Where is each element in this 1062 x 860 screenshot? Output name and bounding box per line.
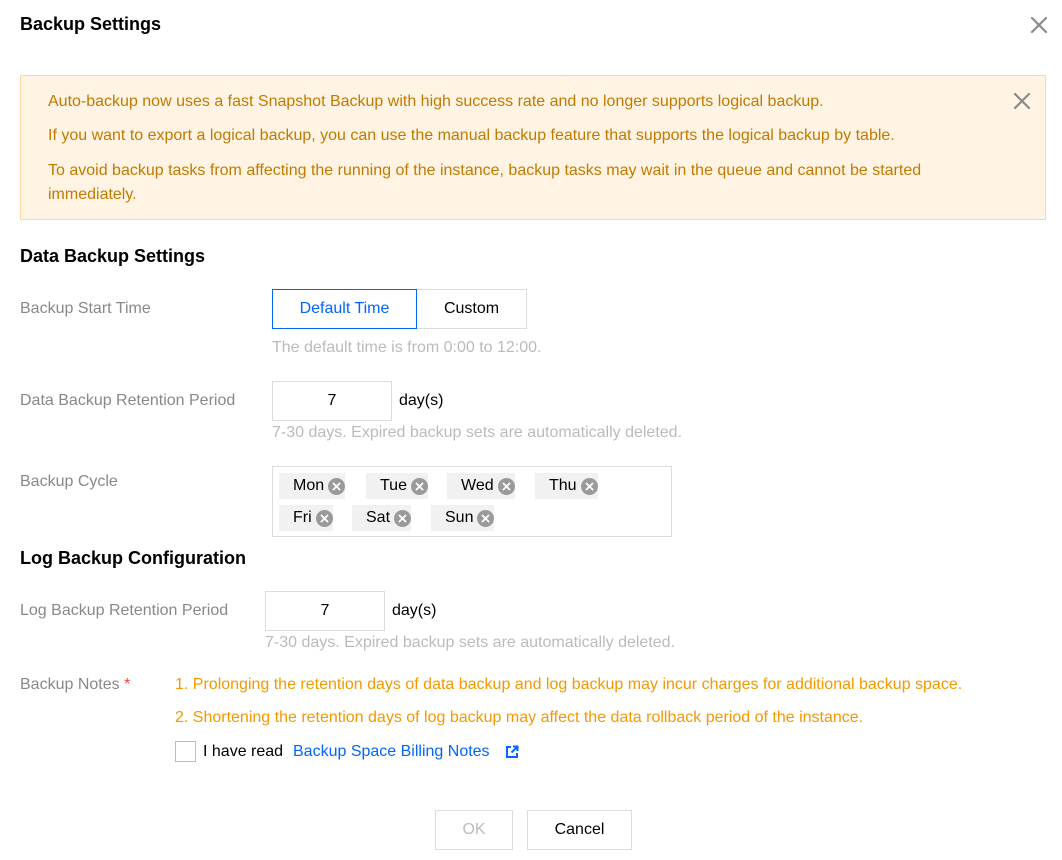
day-tag-label: Wed: [461, 477, 494, 494]
backup-cycle-select[interactable]: Mon Tue Wed Thu Fri Sat Sun: [272, 466, 672, 537]
alert-line-2: If you want to export a logical backup, …: [48, 127, 895, 144]
data-retention-label: Data Backup Retention Period: [20, 392, 236, 409]
day-tag-label: Thu: [549, 477, 577, 494]
required-mark: *: [124, 676, 131, 693]
day-tag-sun: Sun: [431, 505, 495, 531]
remove-tag-icon[interactable]: [410, 477, 428, 495]
day-tag-fri: Fri: [279, 505, 333, 531]
backup-notes-label: Backup Notes *: [20, 676, 130, 694]
backup-start-time-segmented: Default Time Custom: [272, 289, 527, 329]
day-tag-thu: Thu: [535, 473, 598, 499]
remove-tag-icon[interactable]: [497, 477, 515, 495]
day-tag-label: Sun: [445, 509, 474, 526]
dialog-title: Backup Settings: [20, 14, 162, 34]
alert-close-icon[interactable]: [1009, 88, 1035, 114]
remove-tag-icon[interactable]: [394, 509, 412, 527]
day-tag-label: Fri: [293, 509, 312, 526]
start-time-hint: The default time is from 0:00 to 12:00.: [272, 339, 542, 356]
cancel-button[interactable]: Cancel: [527, 810, 632, 850]
remove-tag-icon[interactable]: [328, 477, 346, 495]
data-retention-input[interactable]: 7: [272, 381, 392, 421]
custom-time-option[interactable]: Custom: [416, 289, 527, 329]
day-tag-mon: Mon: [279, 473, 346, 499]
default-time-option[interactable]: Default Time: [272, 289, 417, 329]
log-backup-heading: Log Backup Configuration: [20, 548, 246, 568]
warning-alert: Auto-backup now uses a fast Snapshot Bac…: [20, 75, 1046, 220]
agree-text: I have read: [203, 743, 284, 760]
day-tag-sat: Sat: [352, 505, 412, 531]
day-tag-wed: Wed: [447, 473, 515, 499]
data-retention-unit: day(s): [399, 392, 444, 409]
remove-tag-icon[interactable]: [477, 509, 495, 527]
day-tag-label: Mon: [293, 477, 325, 494]
agree-checkbox[interactable]: [175, 741, 196, 762]
remove-tag-icon[interactable]: [315, 509, 333, 527]
note-2: 2. Shortening the retention days of log …: [175, 709, 864, 726]
day-tag-tue: Tue: [366, 473, 428, 499]
day-tag-label: Sat: [366, 509, 391, 526]
remove-tag-icon[interactable]: [580, 477, 598, 495]
note-1: 1. Prolonging the retention days of data…: [175, 676, 963, 693]
external-link-icon[interactable]: [505, 745, 519, 759]
log-retention-label: Log Backup Retention Period: [20, 602, 229, 619]
data-retention-hint: 7-30 days. Expired backup sets are autom…: [272, 424, 683, 441]
day-tag-label: Tue: [380, 477, 407, 494]
log-retention-input[interactable]: 7: [265, 591, 385, 631]
backup-start-time-label: Backup Start Time: [20, 300, 151, 317]
billing-notes-link[interactable]: Backup Space Billing Notes: [293, 743, 490, 761]
backup-notes-label-text: Backup Notes: [20, 676, 120, 693]
ok-button[interactable]: OK: [435, 810, 513, 850]
data-backup-heading: Data Backup Settings: [20, 246, 206, 266]
alert-line-3: To avoid backup tasks from affecting the…: [48, 162, 922, 203]
log-retention-hint: 7-30 days. Expired backup sets are autom…: [265, 634, 676, 651]
close-icon[interactable]: [1026, 12, 1052, 38]
backup-cycle-label: Backup Cycle: [20, 473, 118, 490]
alert-line-1: Auto-backup now uses a fast Snapshot Bac…: [48, 93, 824, 110]
log-retention-unit: day(s): [392, 602, 437, 619]
